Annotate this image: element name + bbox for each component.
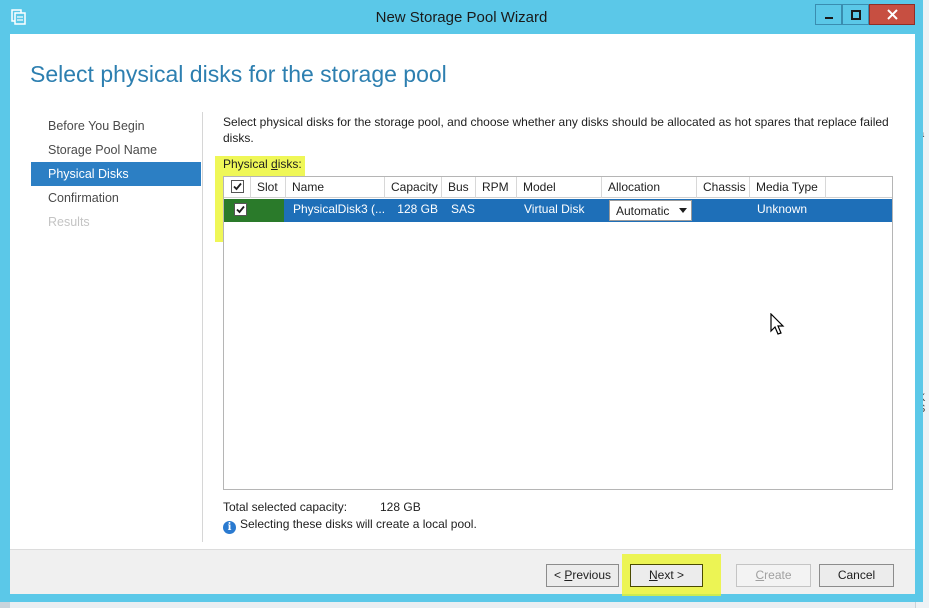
nav-step-results: Results bbox=[48, 215, 90, 229]
select-all-checkbox[interactable] bbox=[231, 180, 244, 193]
allocation-value: Automatic bbox=[616, 204, 670, 218]
button-accelerator: N bbox=[648, 568, 658, 582]
allocation-dropdown[interactable]: Automatic bbox=[609, 200, 692, 221]
button-text: reate bbox=[764, 568, 792, 582]
total-capacity-label: Total selected capacity: bbox=[223, 500, 348, 514]
checkmark-icon bbox=[233, 182, 242, 191]
info-text: Selecting these disks will create a loca… bbox=[240, 517, 477, 531]
column-header-media-type[interactable]: Media Type bbox=[750, 177, 826, 198]
info-message: i Selecting these disks will create a loc… bbox=[223, 517, 477, 534]
maximize-button[interactable] bbox=[842, 4, 869, 25]
info-icon: i bbox=[223, 521, 236, 534]
cell-chassis bbox=[697, 199, 750, 222]
table-row[interactable]: PhysicalDisk3 (... 128 GB SAS Virtual Di… bbox=[224, 199, 892, 222]
close-button[interactable] bbox=[869, 4, 915, 25]
button-accelerator: C bbox=[755, 568, 765, 582]
column-header-model[interactable]: Model bbox=[517, 177, 602, 198]
button-text: < bbox=[553, 568, 565, 582]
nav-step-physical-disks[interactable]: Physical Disks bbox=[31, 162, 201, 186]
total-capacity-value: 128 GB bbox=[380, 500, 421, 514]
chevron-down-icon bbox=[679, 208, 687, 213]
physical-disks-label: Physical disks: bbox=[223, 157, 302, 171]
nav-step-confirmation[interactable]: Confirmation bbox=[31, 186, 201, 210]
window-title: New Storage Pool Wizard bbox=[375, 9, 548, 26]
cell-slot bbox=[251, 199, 286, 222]
column-header-capacity[interactable]: Capacity bbox=[385, 177, 442, 198]
maximize-icon bbox=[850, 9, 861, 20]
cell-capacity: 128 GB bbox=[397, 202, 438, 216]
close-icon bbox=[886, 9, 898, 20]
column-header-slot[interactable]: Slot bbox=[251, 177, 286, 198]
cell-model: Virtual Disk bbox=[524, 202, 585, 216]
mouse-pointer-icon bbox=[770, 313, 785, 335]
row-select-checkbox[interactable] bbox=[234, 203, 247, 216]
cell-bus: SAS bbox=[451, 202, 476, 216]
total-capacity: Total selected capacity: 128 GB bbox=[223, 500, 421, 514]
column-header-name[interactable]: Name bbox=[286, 177, 385, 198]
title-bar[interactable]: New Storage Pool Wizard bbox=[0, 0, 923, 34]
step-description: Select physical disks for the storage po… bbox=[223, 115, 889, 145]
select-all-column bbox=[224, 177, 251, 198]
minimize-button[interactable] bbox=[815, 4, 842, 25]
cancel-button[interactable]: Cancel bbox=[819, 564, 894, 587]
wizard-footer: < Previous Next > Create Cancel bbox=[10, 549, 915, 596]
label-text: Physical bbox=[223, 157, 272, 171]
cell-rpm bbox=[476, 199, 517, 222]
label-text: isks: bbox=[277, 157, 302, 171]
cell-media-type: Unknown bbox=[757, 202, 808, 216]
physical-disks-grid: Slot Name Capacity Bus RPM Model Allocat… bbox=[223, 176, 893, 490]
nav-step-before-you-begin[interactable]: Before You Begin bbox=[31, 114, 201, 138]
create-button: Create bbox=[736, 564, 811, 587]
column-header-chassis[interactable]: Chassis bbox=[697, 177, 750, 198]
next-button[interactable]: Next > bbox=[630, 564, 703, 587]
previous-button[interactable]: < Previous bbox=[546, 564, 619, 587]
minimize-icon bbox=[824, 16, 833, 19]
cell-name: PhysicalDisk3 (... bbox=[293, 202, 385, 216]
wizard-step-nav: Before You Begin Storage Pool Name Physi… bbox=[31, 114, 201, 234]
grid-header: Slot Name Capacity Bus RPM Model Allocat… bbox=[224, 177, 892, 198]
column-header-bus[interactable]: Bus bbox=[442, 177, 476, 198]
column-header-allocation[interactable]: Allocation bbox=[602, 177, 697, 198]
column-header-rpm[interactable]: RPM bbox=[476, 177, 517, 198]
button-text: ext > bbox=[657, 568, 685, 582]
wizard-window: New Storage Pool Wizard Select physical … bbox=[0, 0, 923, 602]
nav-divider bbox=[202, 112, 203, 542]
nav-step-storage-pool-name[interactable]: Storage Pool Name bbox=[31, 138, 201, 162]
checkmark-icon bbox=[236, 205, 245, 214]
label-accelerator: d bbox=[271, 157, 278, 171]
button-text: revious bbox=[572, 568, 612, 582]
page-heading: Select physical disks for the storage po… bbox=[30, 61, 447, 87]
